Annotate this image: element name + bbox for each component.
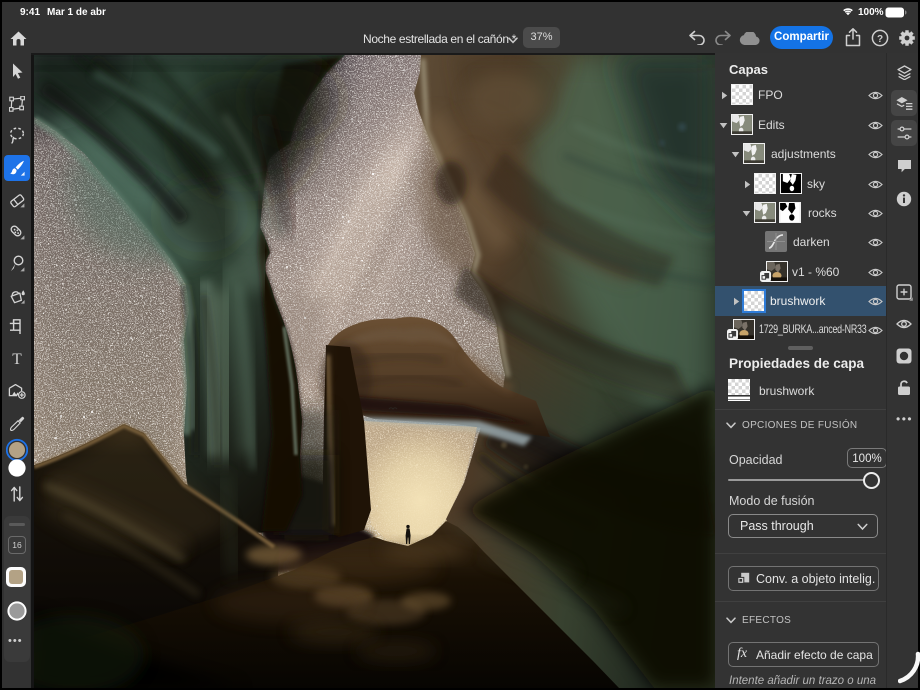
svg-text:T: T: [12, 351, 22, 366]
svg-text:?: ?: [877, 34, 883, 45]
